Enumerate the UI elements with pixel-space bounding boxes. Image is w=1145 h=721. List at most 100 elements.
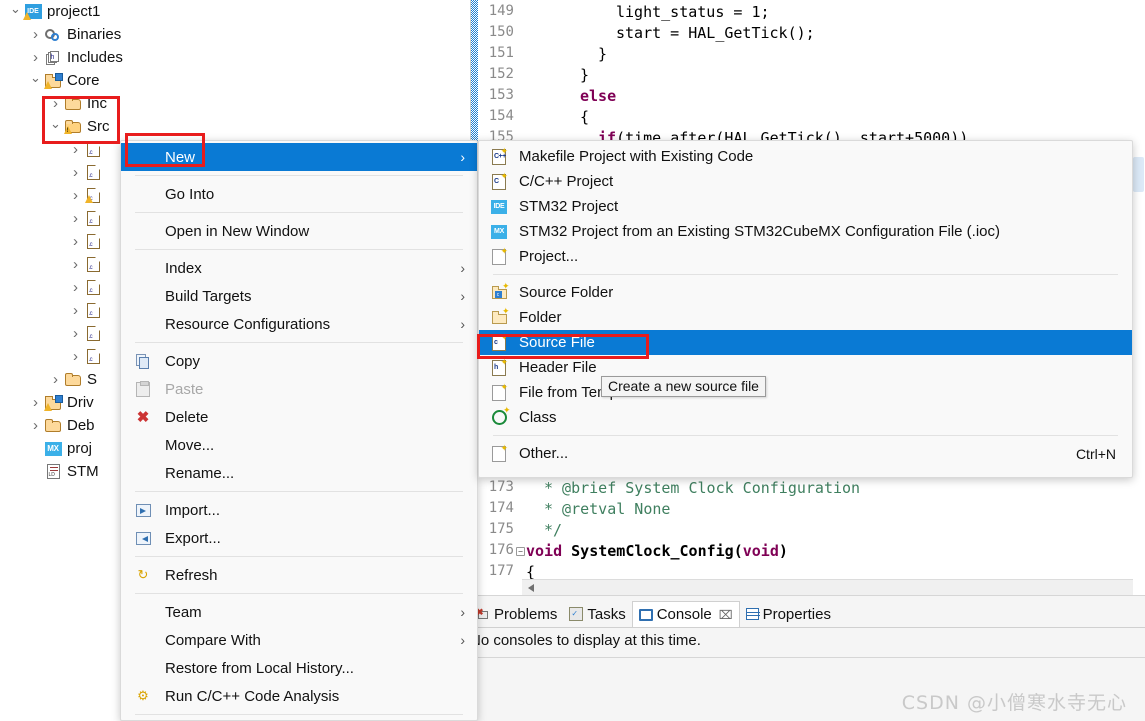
submenu-item-source-folder[interactable]: c✦Source Folder — [479, 280, 1132, 305]
menu-item-label: Copy — [165, 353, 477, 370]
menu-item-build-targets[interactable]: Build Targets› — [121, 282, 477, 310]
c-file-icon: .c — [87, 257, 100, 272]
menu-item-paste[interactable]: Paste — [121, 375, 477, 403]
tree-item-icon — [63, 97, 83, 110]
tree-item-icon: .c — [83, 280, 103, 295]
tree-twisty-closed-icon[interactable] — [48, 96, 63, 111]
tree-twisty-closed-icon[interactable] — [68, 280, 83, 295]
menu-item-label: New — [165, 149, 460, 166]
tree-item-icon: MX — [43, 442, 63, 456]
c-file-icon: .c — [87, 234, 100, 249]
folder-icon — [65, 373, 81, 386]
submenu-item-file-from-template[interactable]: ✦File from Template — [479, 380, 1132, 405]
editor-vertical-scrollbar[interactable] — [1133, 0, 1145, 595]
code-text: { — [580, 108, 589, 126]
submenu-separator — [493, 274, 1118, 275]
submenu-item-icon: ✦ — [479, 385, 519, 401]
tree-twisty-open-icon[interactable] — [28, 74, 43, 88]
tree-twisty-closed-icon[interactable] — [68, 165, 83, 180]
tree-twisty-closed-icon[interactable] — [28, 418, 43, 433]
menu-item-icon: ↻ — [121, 567, 165, 583]
menu-item-refresh[interactable]: ↻Refresh — [121, 561, 477, 589]
submenu-item-c-c-project[interactable]: C✦C/C++ Project — [479, 169, 1132, 194]
tab-label: Problems — [494, 606, 557, 623]
submenu-item-label: Source File — [519, 334, 1132, 351]
tab-properties[interactable]: Properties — [740, 601, 837, 627]
tab-console[interactable]: Console⌧ — [632, 601, 740, 627]
context-menu[interactable]: New›Go IntoOpen in New WindowIndex›Build… — [120, 140, 478, 721]
menu-item-go-into[interactable]: Go Into — [121, 180, 477, 208]
tree-item-label: Deb — [63, 417, 95, 434]
tree-twisty-open-icon[interactable] — [48, 120, 63, 134]
tab-tasks[interactable]: ✓Tasks — [563, 601, 631, 627]
menu-separator — [135, 491, 463, 492]
tree-twisty-closed-icon[interactable] — [28, 50, 43, 65]
menu-item-export[interactable]: Export... — [121, 524, 477, 552]
code-fold-toggle-icon[interactable]: − — [516, 547, 525, 556]
menu-item-index[interactable]: Index› — [121, 254, 477, 282]
chevron-right-icon: › — [460, 316, 477, 332]
menu-item-team[interactable]: Team› — [121, 598, 477, 626]
tab-close-icon[interactable]: ⌧ — [719, 608, 733, 622]
menu-item-restore-from-local-history[interactable]: Restore from Local History... — [121, 654, 477, 682]
scroll-left-arrow-icon[interactable] — [528, 584, 534, 592]
tree-twisty-closed-icon[interactable] — [68, 326, 83, 341]
menu-item-run-c-c-code-analysis[interactable]: ⚙Run C/C++ Code Analysis — [121, 682, 477, 710]
binaries-icon — [45, 28, 61, 42]
tree-twisty-closed-icon[interactable] — [28, 395, 43, 410]
tree-twisty-closed-icon[interactable] — [68, 211, 83, 226]
tab-problems[interactable]: ✖ Problems — [470, 601, 563, 627]
tree-twisty-closed-icon[interactable] — [68, 303, 83, 318]
menu-item-copy[interactable]: Copy — [121, 347, 477, 375]
tree-item[interactable]: Src — [0, 115, 470, 138]
menu-item-label: Build Targets — [165, 288, 460, 305]
submenu-item-label: Other... — [519, 445, 1076, 462]
tree-twisty-closed-icon[interactable] — [48, 372, 63, 387]
tree-item[interactable]: Core — [0, 69, 470, 92]
console-icon — [639, 609, 653, 621]
tree-twisty-closed-icon[interactable] — [68, 142, 83, 157]
copy-icon — [136, 354, 150, 369]
problems-icon: ✖ — [476, 607, 490, 621]
tree-twisty-closed-icon[interactable] — [68, 188, 83, 203]
chevron-right-icon: › — [460, 149, 477, 165]
tree-item[interactable]: IDEproject1 — [0, 0, 470, 23]
submenu-item-makefile-project-with-existing-code[interactable]: C++✦Makefile Project with Existing Code — [479, 144, 1132, 169]
menu-item-delete[interactable]: ✖Delete — [121, 403, 477, 431]
new-submenu[interactable]: C++✦Makefile Project with Existing CodeC… — [478, 140, 1133, 478]
mx-badge-icon: MX — [491, 225, 507, 239]
code-text: * @brief System Clock Configuration — [544, 479, 860, 497]
menu-item-label: Resource Configurations — [165, 316, 460, 333]
menu-item-new[interactable]: New› — [121, 143, 477, 171]
bottom-panel-tabbar[interactable]: ✖ Problems ✓TasksConsole⌧Properties — [470, 601, 837, 627]
tree-item[interactable]: Binaries — [0, 23, 470, 46]
submenu-item-project[interactable]: ✦Project... — [479, 244, 1132, 269]
submenu-item-icon: c✦ — [479, 335, 519, 351]
tree-twisty-closed-icon[interactable] — [28, 27, 43, 42]
tree-twisty-open-icon[interactable] — [8, 5, 23, 19]
delete-icon: ✖ — [137, 408, 150, 426]
scrollbar-thumb[interactable] — [1133, 157, 1144, 192]
editor-horizontal-scrollbar[interactable] — [522, 579, 1145, 595]
submenu-item-header-file[interactable]: h✦Header File — [479, 355, 1132, 380]
menu-item-compare-with[interactable]: Compare With› — [121, 626, 477, 654]
tree-twisty-closed-icon[interactable] — [68, 257, 83, 272]
menu-item-import[interactable]: Import... — [121, 496, 477, 524]
tree-item-label: Inc — [83, 95, 107, 112]
tree-item[interactable]: Inc — [0, 92, 470, 115]
submenu-item-class[interactable]: ✦Class — [479, 405, 1132, 430]
tree-item-icon: .c — [83, 142, 103, 157]
submenu-item-stm32-project[interactable]: IDESTM32 Project — [479, 194, 1132, 219]
tree-item[interactable]: hIncludes — [0, 46, 470, 69]
menu-item-move[interactable]: Move... — [121, 431, 477, 459]
tree-item-label: proj — [63, 440, 92, 457]
submenu-item-folder[interactable]: ✦Folder — [479, 305, 1132, 330]
submenu-item-other[interactable]: ✦Other...Ctrl+N — [479, 441, 1132, 466]
submenu-item-stm32-project-from-an-existing-stm32cubemx-configuration-file-ioc[interactable]: MXSTM32 Project from an Existing STM32Cu… — [479, 219, 1132, 244]
menu-item-rename[interactable]: Rename... — [121, 459, 477, 487]
menu-item-resource-configurations[interactable]: Resource Configurations› — [121, 310, 477, 338]
tree-twisty-closed-icon[interactable] — [68, 349, 83, 364]
menu-item-open-in-new-window[interactable]: Open in New Window — [121, 217, 477, 245]
submenu-item-source-file[interactable]: c✦Source File — [479, 330, 1132, 355]
tree-twisty-closed-icon[interactable] — [68, 234, 83, 249]
